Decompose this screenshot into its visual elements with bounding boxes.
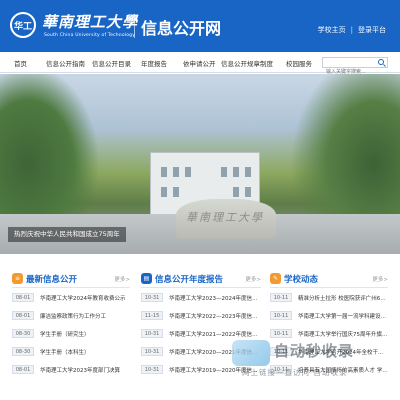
list-item[interactable]: 11-15 华南理工大学2022—2023年度信息公开工作... xyxy=(141,306,261,324)
more-link[interactable]: 更多> xyxy=(114,275,130,283)
list-item[interactable]: 10-11 华南理工大学举行国庆75周年升旗仪式 xyxy=(270,324,388,342)
link-separator: | xyxy=(350,26,353,34)
item-title[interactable]: 学生手册（研究生） xyxy=(40,330,130,338)
item-title[interactable]: 华南理工大学2023—2024年度信息公开工作... xyxy=(169,294,261,302)
list-item[interactable]: 10-11 华南理工大学第一届一流学科建设工作... xyxy=(270,306,388,324)
nav-item-regulations[interactable]: 信息公开规章制度 xyxy=(221,58,273,68)
item-date: 08-01 xyxy=(12,311,34,320)
school-news-section: ✎ 学校动态 更多> 10-11 精准分析土拉形 校医院获评广州64家... 10… xyxy=(270,272,388,378)
stone-inscription: 華南理工大學 xyxy=(186,211,264,224)
item-title[interactable]: 华南理工大学召开2024年全校干部大会 xyxy=(298,348,388,356)
item-title[interactable]: 华南理工大学2023年度部门决算 xyxy=(40,366,130,374)
more-link[interactable]: 更多> xyxy=(245,275,261,283)
search-box xyxy=(322,57,388,77)
item-title[interactable]: 华南理工大学2021—2022年度信息公开工作... xyxy=(169,330,261,338)
list-item[interactable]: 08-30 学生手册（研究生） xyxy=(12,324,130,342)
list-item[interactable]: 08-30 学生手册（本科生） xyxy=(12,342,130,360)
top-links: 学校主页 | 登录平台 xyxy=(318,25,386,35)
school-homepage-link[interactable]: 学校主页 xyxy=(318,25,346,35)
item-date: 08-01 xyxy=(12,365,34,374)
item-date: 08-30 xyxy=(12,347,34,356)
list-item[interactable]: 10-11 培养具有大国情怀的高素质人才 学校举... xyxy=(270,360,388,378)
section-title[interactable]: 信息公开年度报告 xyxy=(155,273,223,285)
more-link[interactable]: 更多> xyxy=(372,275,388,283)
item-date: 10-11 xyxy=(270,311,292,320)
report-icon: ▤ xyxy=(141,273,152,284)
latest-info-section: ≡ 最新信息公开 更多> 08-01 华南理工大学2024年教育收费公示 08-0… xyxy=(12,272,130,378)
item-title[interactable]: 华南理工大学2019—2020年度信息公开工作... xyxy=(169,366,261,374)
list-item[interactable]: 08-01 华南理工大学2023年度部门决算 xyxy=(12,360,130,378)
nav-item-annual-report[interactable]: 年度报告 xyxy=(141,58,167,68)
item-date: 10-31 xyxy=(141,329,163,338)
item-date: 10-31 xyxy=(141,293,163,302)
item-date: 10-31 xyxy=(141,365,163,374)
list-item[interactable]: 10-11 精准分析土拉形 校医院获评广州64家... xyxy=(270,288,388,306)
item-date: 11-15 xyxy=(141,311,163,320)
nav-item-catalog[interactable]: 信息公开目录 xyxy=(92,58,131,68)
item-title[interactable]: 华南理工大学2022—2023年度信息公开工作... xyxy=(169,312,261,320)
university-name-cn[interactable]: 華南理工大學 xyxy=(42,11,138,32)
item-title[interactable]: 华南理工大学2020—2021年度信息公开工作... xyxy=(169,348,261,356)
nav-item-home[interactable]: 首页 xyxy=(14,58,27,68)
section-header: ▤ 信息公开年度报告 更多> xyxy=(141,272,261,288)
login-platform-link[interactable]: 登录平台 xyxy=(358,25,386,35)
nav-item-request[interactable]: 依申请公开 xyxy=(183,58,216,68)
section-title[interactable]: 学校动态 xyxy=(284,273,318,285)
item-date: 10-11 xyxy=(270,365,292,374)
logo-divider xyxy=(134,14,135,38)
main-nav: 首页 信息公开指南 信息公开目录 年度报告 依申请公开 信息公开规章制度 校园服… xyxy=(0,52,400,77)
banner-caption[interactable]: 热烈庆祝中华人民共和国成立75周年 xyxy=(8,227,126,242)
list-icon: ≡ xyxy=(12,273,23,284)
item-date: 10-11 xyxy=(270,329,292,338)
item-title[interactable]: 学生手册（本科生） xyxy=(40,348,130,356)
item-date: 08-30 xyxy=(12,329,34,338)
item-title[interactable]: 华南理工大学2024年教育收费公示 xyxy=(40,294,130,302)
list-item[interactable]: 10-31 华南理工大学2020—2021年度信息公开工作... xyxy=(141,342,261,360)
nav-item-guide[interactable]: 信息公开指南 xyxy=(46,58,85,68)
list-item[interactable]: 10-31 华南理工大学2019—2020年度信息公开工作... xyxy=(141,360,261,378)
annual-report-section: ▤ 信息公开年度报告 更多> 10-31 华南理工大学2023—2024年度信息公… xyxy=(141,272,261,378)
item-title[interactable]: 精准分析土拉形 校医院获评广州64家... xyxy=(298,294,388,302)
list-item[interactable]: 10-31 华南理工大学2023—2024年度信息公开工作... xyxy=(141,288,261,306)
item-date: 10-31 xyxy=(141,347,163,356)
list-item[interactable]: 08-01 华南理工大学2024年教育收费公示 xyxy=(12,288,130,306)
section-header: ✎ 学校动态 更多> xyxy=(270,272,388,288)
item-date: 10-11 xyxy=(270,347,292,356)
search-icon[interactable] xyxy=(378,59,384,65)
item-date: 10-11 xyxy=(270,293,292,302)
university-seal-logo[interactable]: 华工 xyxy=(10,12,36,38)
university-name-en: South China University of Technology xyxy=(44,33,136,38)
item-date: 08-01 xyxy=(12,293,34,302)
news-icon: ✎ xyxy=(270,273,281,284)
list-item[interactable]: 10-31 华南理工大学2021—2022年度信息公开工作... xyxy=(141,324,261,342)
item-title[interactable]: 培养具有大国情怀的高素质人才 学校举... xyxy=(298,366,388,374)
list-item[interactable]: 08-01 廉洁监察政策行为工作分工 xyxy=(12,306,130,324)
item-title[interactable]: 廉洁监察政策行为工作分工 xyxy=(40,312,130,320)
list-item[interactable]: 10-11 华南理工大学召开2024年全校干部大会 xyxy=(270,342,388,360)
item-title[interactable]: 华南理工大学举行国庆75周年升旗仪式 xyxy=(298,330,388,338)
site-header: 华工 華南理工大學 South China University of Tech… xyxy=(0,0,400,52)
site-title[interactable]: 信息公开网 xyxy=(141,15,221,39)
section-header: ≡ 最新信息公开 更多> xyxy=(12,272,130,288)
nav-item-campus-service[interactable]: 校园服务 xyxy=(286,58,312,68)
item-title[interactable]: 华南理工大学第一届一流学科建设工作... xyxy=(298,312,388,320)
section-title[interactable]: 最新信息公开 xyxy=(26,273,77,285)
hero-banner[interactable]: 華南理工大學 热烈庆祝中华人民共和国成立75周年 xyxy=(0,74,400,254)
